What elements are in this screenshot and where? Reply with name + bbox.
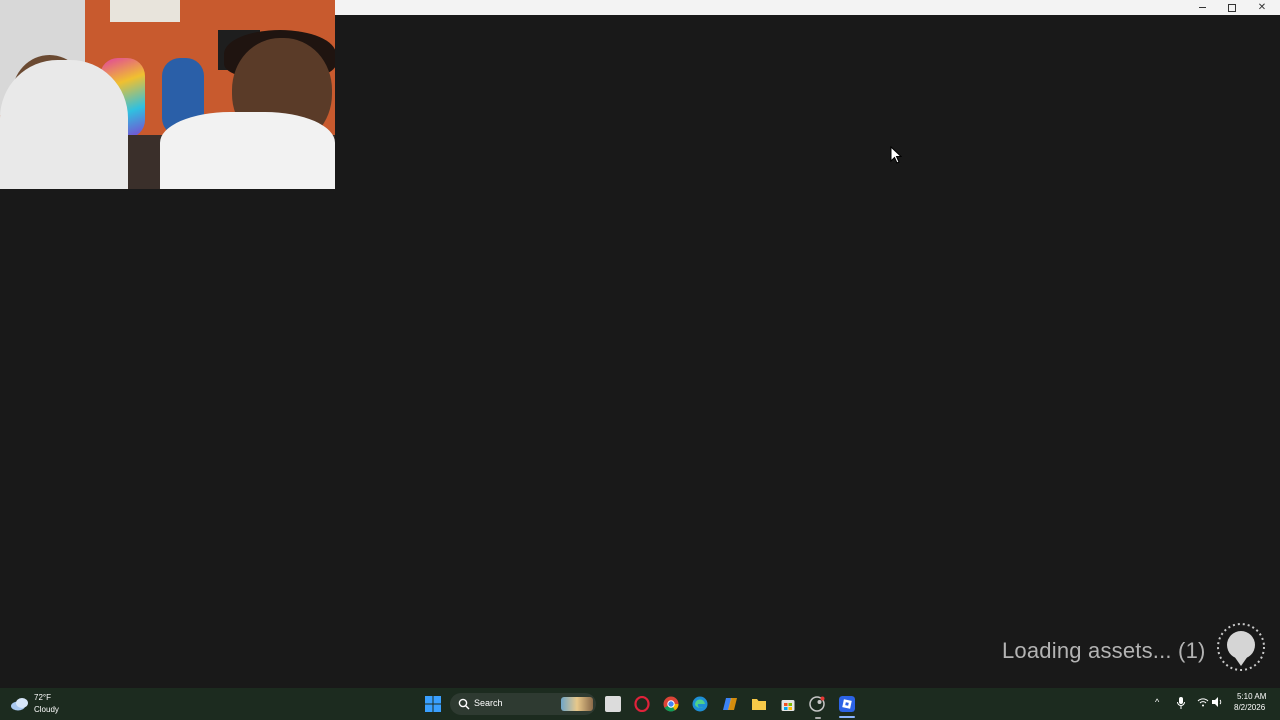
wifi-icon[interactable] xyxy=(1197,697,1209,707)
close-icon: ✕ xyxy=(1257,2,1267,13)
volume-icon[interactable] xyxy=(1212,697,1223,707)
window-titlebar[interactable]: ✕ xyxy=(335,0,1280,15)
search-icon xyxy=(458,698,470,710)
task-view-icon[interactable] xyxy=(605,696,621,712)
loading-status-text: Loading assets... (1) xyxy=(1002,638,1206,663)
weather-temperature: 72°F xyxy=(34,693,51,702)
minimize-button[interactable] xyxy=(1187,0,1217,15)
webcam-overlay xyxy=(0,0,335,189)
taskbar: 72°F Cloudy Search ^ 5:10 AM 8/2/2026 xyxy=(0,688,1280,720)
weather-condition: Cloudy xyxy=(34,705,59,714)
clock-time[interactable]: 5:10 AM xyxy=(1237,692,1266,701)
active-app-indicator xyxy=(839,716,855,718)
loading-spinner-icon xyxy=(1217,623,1265,671)
file-explorer-icon[interactable] xyxy=(751,696,767,712)
maximize-button[interactable] xyxy=(1217,0,1247,15)
store-icon[interactable] xyxy=(780,696,796,712)
close-button[interactable]: ✕ xyxy=(1247,0,1277,15)
app-running-indicator xyxy=(815,717,821,719)
show-hidden-icons-chevron-icon[interactable]: ^ xyxy=(1155,697,1159,707)
search-highlight-image xyxy=(561,697,593,711)
webcam-person xyxy=(160,112,335,189)
edge-icon[interactable] xyxy=(692,696,708,712)
webcam-poster xyxy=(110,0,180,22)
microphone-icon[interactable] xyxy=(1177,697,1185,709)
start-icon[interactable] xyxy=(425,696,441,712)
mouse-cursor-icon xyxy=(890,146,902,164)
steam-icon[interactable] xyxy=(809,696,825,712)
clock-date[interactable]: 8/2/2026 xyxy=(1234,703,1265,712)
search-label: Search xyxy=(474,698,503,708)
minimize-icon xyxy=(1198,7,1206,8)
roblox-icon[interactable] xyxy=(839,696,855,712)
chrome-icon[interactable] xyxy=(663,696,679,712)
opera-icon[interactable] xyxy=(634,696,650,712)
weather-widget[interactable]: 72°F Cloudy xyxy=(10,691,90,717)
cloud-icon xyxy=(11,698,28,711)
webcam-person xyxy=(0,60,128,189)
maximize-icon xyxy=(1228,3,1236,12)
copilot-icon[interactable] xyxy=(722,696,738,712)
taskbar-search-box[interactable]: Search xyxy=(450,693,596,715)
